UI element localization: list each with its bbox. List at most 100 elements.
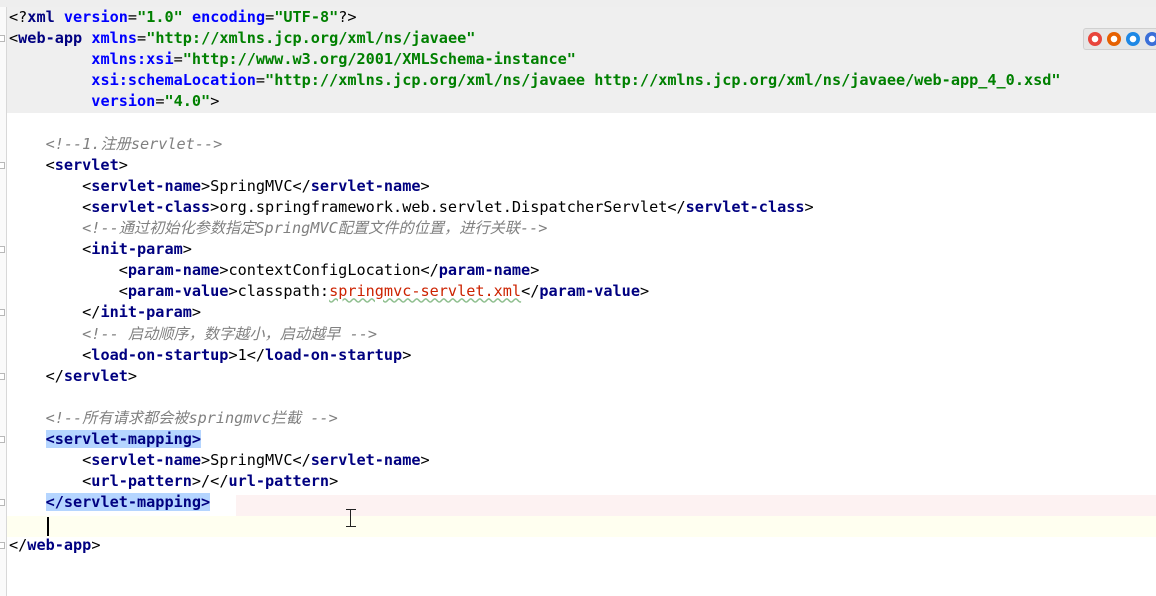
code-token: < <box>9 451 92 470</box>
browser-preview-icons[interactable] <box>1083 28 1156 50</box>
fold-marker-icon[interactable] <box>0 161 5 169</box>
code-token: >/</ <box>191 472 229 491</box>
code-token: </ <box>9 303 101 322</box>
chrome-icon[interactable] <box>1088 32 1102 46</box>
fold-marker-icon[interactable] <box>0 309 5 317</box>
code-token: <!-- 启动顺序，数字越小，启动越早 --> <box>82 324 378 343</box>
code-token: "http://xmlns.jcp.org/xml/ns/javaee" <box>146 29 476 48</box>
code-token: >contextConfigLocation</ <box>219 261 439 280</box>
code-token: xmlns <box>91 29 138 48</box>
code-token: servlet-name <box>91 176 202 195</box>
code-token: >classpath: <box>228 282 330 301</box>
code-line: <load-on-startup>1</load-on-startup> <box>9 345 411 366</box>
code-token: </ <box>9 535 28 554</box>
code-token: servlet <box>63 366 128 385</box>
code-token: = <box>173 50 183 69</box>
code-token: = <box>265 8 275 26</box>
code-token: = <box>137 29 147 48</box>
code-editor[interactable]: <?xml version="1.0" encoding="UTF-8"?> <w… <box>0 0 1156 596</box>
code-token: xsi:schemaLocation <box>91 71 256 90</box>
code-token: <!--通过初始化参数指定SpringMVC配置文件的位置，进行关联--> <box>82 219 548 237</box>
code-token: "http://www.w3.org/2001/XMLSchema-instan… <box>182 50 576 69</box>
code-token: < <box>9 240 92 259</box>
code-token: web-app <box>18 29 83 48</box>
code-token: web-app <box>27 535 92 554</box>
code-token: param-value <box>127 282 229 301</box>
code-line: <web-app xmlns="http://xmlns.jcp.org/xml… <box>9 28 475 49</box>
code-line: <?xml version="1.0" encoding="UTF-8"?> <box>9 7 357 28</box>
code-token: </servlet-mapping> <box>45 493 211 512</box>
code-token: < <box>9 261 128 280</box>
fold-marker-icon[interactable] <box>0 372 5 380</box>
code-token: </ <box>521 282 540 301</box>
code-token: encoding <box>191 8 266 26</box>
code-token: url-pattern <box>91 472 192 491</box>
firefox-icon[interactable] <box>1107 32 1121 46</box>
code-token: version <box>91 92 156 111</box>
code-line: </init-param> <box>9 302 201 323</box>
code-token: version <box>63 8 128 26</box>
code-token: > <box>530 261 540 280</box>
code-token: >SpringMVC</ <box>201 176 311 195</box>
code-line: <param-value>classpath:springmvc-servlet… <box>9 281 649 302</box>
code-token: = <box>127 8 138 26</box>
fold-marker-icon[interactable] <box>0 541 5 549</box>
code-token: init-param <box>91 240 183 259</box>
fold-marker-icon[interactable] <box>0 35 5 43</box>
opera-icon[interactable] <box>1145 32 1156 46</box>
code-token: > <box>182 240 192 259</box>
code-token: "http://xmlns.jcp.org/xml/ns/javaee http… <box>265 71 1061 90</box>
code-token: > <box>118 155 128 174</box>
code-line: <!--所有请求都会被springmvc拦截 --> <box>9 408 338 429</box>
code-token: > <box>191 303 202 322</box>
code-token: xmlns:xsi <box>91 50 174 69</box>
code-token: param-name <box>127 261 220 280</box>
ie-icon[interactable] <box>1126 32 1140 46</box>
code-line: </servlet> <box>9 366 137 387</box>
code-line: <url-pattern>/</url-pattern> <box>9 471 338 492</box>
code-token: servlet <box>54 155 119 174</box>
code-token: < <box>9 29 19 48</box>
code-token: >org.springframework.web.servlet.Dispatc… <box>210 197 686 216</box>
code-token: load-on-startup <box>91 345 229 364</box>
current-line-highlight <box>6 516 1156 537</box>
code-token: servlet-class <box>91 197 211 216</box>
code-token: "UTF-8" <box>274 8 339 26</box>
code-token: >1</ <box>228 345 266 364</box>
fold-marker-icon[interactable] <box>0 499 5 507</box>
code-token: param-name <box>438 261 531 280</box>
code-token: ?> <box>338 8 357 26</box>
code-line: <servlet-mapping> <box>9 429 202 450</box>
code-token: < <box>9 282 128 301</box>
code-line: <servlet-name>SpringMVC</servlet-name> <box>9 450 430 471</box>
code-token: <!--所有请求都会被springmvc拦截 --> <box>45 408 338 427</box>
code-line: <servlet> <box>9 155 128 176</box>
code-line: <!-- 启动顺序，数字越小，启动越早 --> <box>9 324 377 345</box>
code-token: param-value <box>539 282 640 301</box>
code-token: init-param <box>100 303 192 322</box>
code-token: xml <box>27 8 55 26</box>
fold-marker-icon[interactable] <box>0 246 5 254</box>
code-line: <!--1.注册servlet--> <box>9 134 223 155</box>
code-line: <param-name>contextConfigLocation</param… <box>9 260 540 281</box>
code-line: <!--通过初始化参数指定SpringMVC配置文件的位置，进行关联--> <box>9 218 547 239</box>
code-token: > <box>420 451 430 470</box>
code-token: > <box>420 176 430 195</box>
code-line: </web-app> <box>9 535 100 556</box>
code-token: < <box>9 472 92 491</box>
code-token: "4.0" <box>164 92 211 111</box>
code-token: < <box>9 345 92 364</box>
code-token: > <box>329 472 339 491</box>
code-token: "1.0" <box>137 8 183 26</box>
fold-marker-icon[interactable] <box>0 436 5 443</box>
code-token: </ <box>9 366 64 385</box>
code-token: > <box>804 197 814 216</box>
code-token: > <box>210 92 220 111</box>
